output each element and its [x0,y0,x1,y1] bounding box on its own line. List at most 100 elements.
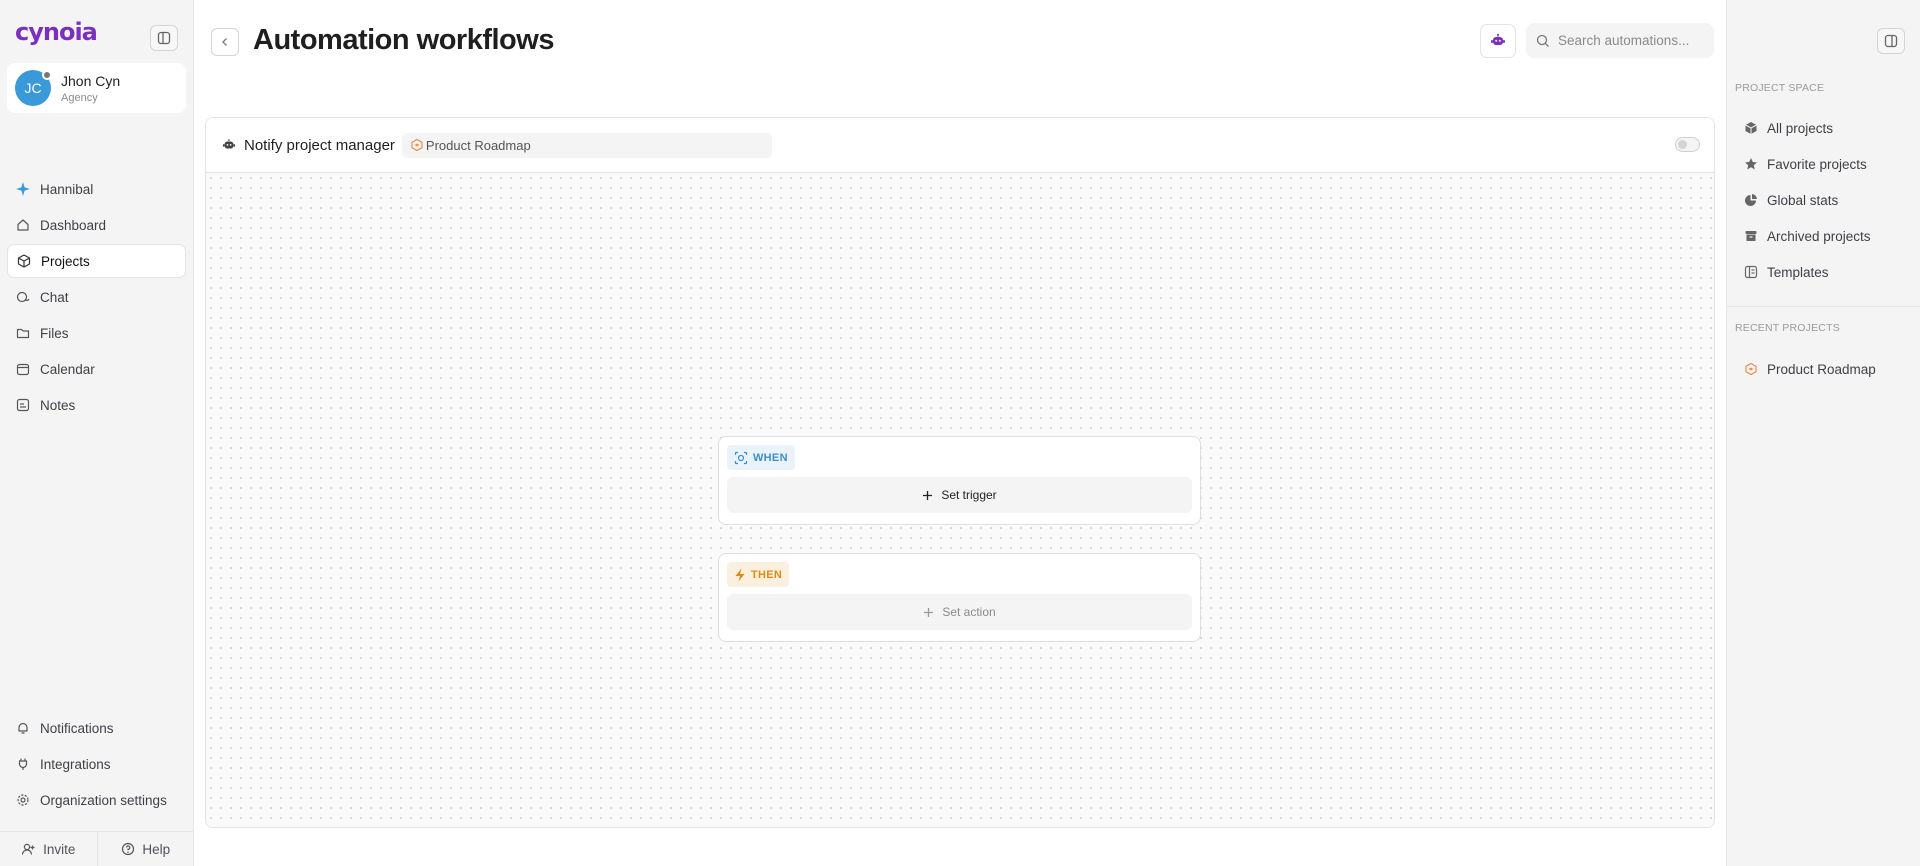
recent-projects-list: Product Roadmap [1735,351,1915,387]
template-icon [1743,264,1759,280]
help-button[interactable]: Help [96,832,195,866]
nav-item-label: Notes [40,397,76,413]
then-label: THEN [751,568,783,581]
status-dot [42,70,52,80]
nav-item-notes[interactable]: Notes [7,388,186,422]
nav-item-projects[interactable]: Projects [7,244,186,278]
then-card: THEN Set action [718,553,1201,642]
left-sidebar: cynoia JC Jhon Cyn Agency Hannibal Dashb… [0,0,194,866]
nav-item-calendar[interactable]: Calendar [7,352,186,386]
sidebar-item-templates[interactable]: Templates [1735,254,1915,290]
sidebar-item-label: Archived projects [1767,228,1871,244]
nav-item-label: Projects [41,253,90,269]
set-trigger-button[interactable]: Set trigger [727,477,1192,513]
project-space-heading: PROJECT SPACE [1735,82,1825,94]
nav-item-integrations[interactable]: Integrations [7,747,186,781]
set-action-label: Set action [942,605,996,619]
trigger-target-icon [734,451,748,465]
workflow-title[interactable]: Notify project manager [244,137,395,154]
page-title: Automation workflows [253,24,554,56]
automation-bot-button[interactable] [1480,24,1516,58]
notes-icon [15,397,31,413]
nav-item-organization-settings[interactable]: Organization settings [7,783,186,817]
when-card: WHEN Set trigger [718,436,1201,525]
workflow-project-label: Product Roadmap [425,137,531,153]
workflow-enable-toggle[interactable] [1675,137,1700,152]
sparkle-icon [15,181,31,197]
archive-icon [1743,228,1759,244]
home-icon [15,217,31,233]
chevron-left-icon [222,38,227,46]
bell-icon [15,720,31,736]
sidebar-collapse-button[interactable] [150,25,178,51]
bot-icon [222,139,236,149]
nav-item-label: Chat [40,289,69,305]
nav-item-label: Notifications [40,720,114,736]
sidebar-item-recent-product-roadmap[interactable]: Product Roadmap [1735,351,1915,387]
pie-chart-icon [1743,192,1759,208]
sidebar-item-favorite-projects[interactable]: Favorite projects [1735,146,1915,182]
cube-icon [16,253,32,269]
project-space-list: All projects Favorite projects Global st… [1735,110,1915,290]
sidebar-item-label: Favorite projects [1767,156,1867,172]
nav-item-files[interactable]: Files [7,316,186,350]
workflow-project-select[interactable]: Product Roadmap [401,132,772,158]
back-button[interactable] [211,28,239,56]
search-box[interactable] [1526,23,1714,58]
plus-icon [922,490,933,501]
user-role: Agency [61,91,98,104]
when-label: WHEN [753,451,788,464]
nav-item-label: Dashboard [40,217,107,233]
set-trigger-label: Set trigger [941,488,997,502]
folder-icon [15,325,31,341]
cynoia-logo[interactable]: cynoia [15,18,98,46]
right-sidebar-divider [1727,306,1920,307]
nav-item-label: Integrations [40,756,111,772]
then-badge: THEN [727,562,790,587]
cube-icon [1743,120,1759,136]
user-card[interactable]: JC Jhon Cyn Agency [7,63,186,113]
workflow-panel: Notify project manager Product Roadmap W… [205,117,1715,828]
nav-item-dashboard[interactable]: Dashboard [7,208,186,242]
nav-item-hannibal[interactable]: Hannibal [7,172,186,206]
sidebar-item-label: Templates [1767,264,1829,280]
workflow-header: Notify project manager Product Roadmap [206,118,1714,173]
project-icon [410,138,424,152]
plug-icon [15,756,31,772]
help-label: Help [142,841,171,857]
nav-item-label: Hannibal [40,181,94,197]
invite-button[interactable]: Invite [0,832,97,866]
nav-item-chat[interactable]: Chat [7,280,186,314]
panel-left-icon [157,31,171,45]
sidebar-item-label: All projects [1767,120,1834,136]
workflow-canvas[interactable]: WHEN Set trigger THEN Set action [206,173,1714,827]
user-name: Jhon Cyn [61,72,121,89]
sidebar-item-global-stats[interactable]: Global stats [1735,182,1915,218]
nav-item-label: Organization settings [40,792,167,808]
avatar: JC [15,70,52,106]
set-action-button[interactable]: Set action [727,594,1192,630]
right-sidebar: PROJECT SPACE All projects Favorite proj… [1726,0,1920,866]
bot-icon [1491,33,1505,45]
sidebar-footer: Invite Help [0,831,194,866]
nav-item-notifications[interactable]: Notifications [7,711,186,745]
project-icon [1743,361,1759,377]
main-nav: Hannibal Dashboard Projects Chat Files C… [7,172,186,424]
search-icon [1536,34,1549,47]
gear-icon [15,792,31,808]
star-icon [1743,156,1759,172]
lightning-icon [734,568,746,582]
sidebar-item-archived-projects[interactable]: Archived projects [1735,218,1915,254]
chat-icon [15,289,31,305]
avatar-initials: JC [24,80,42,96]
toggle-knob [1678,140,1687,149]
bottom-nav: Notifications Integrations Organization … [7,711,186,819]
nav-item-label: Calendar [40,361,95,377]
right-sidebar-collapse-button[interactable] [1877,28,1905,54]
plus-icon [923,607,934,618]
logo-text: cynoia [15,18,98,46]
search-input[interactable] [1558,33,1698,48]
help-circle-icon [121,842,135,856]
sidebar-item-all-projects[interactable]: All projects [1735,110,1915,146]
sidebar-item-label: Global stats [1767,192,1839,208]
